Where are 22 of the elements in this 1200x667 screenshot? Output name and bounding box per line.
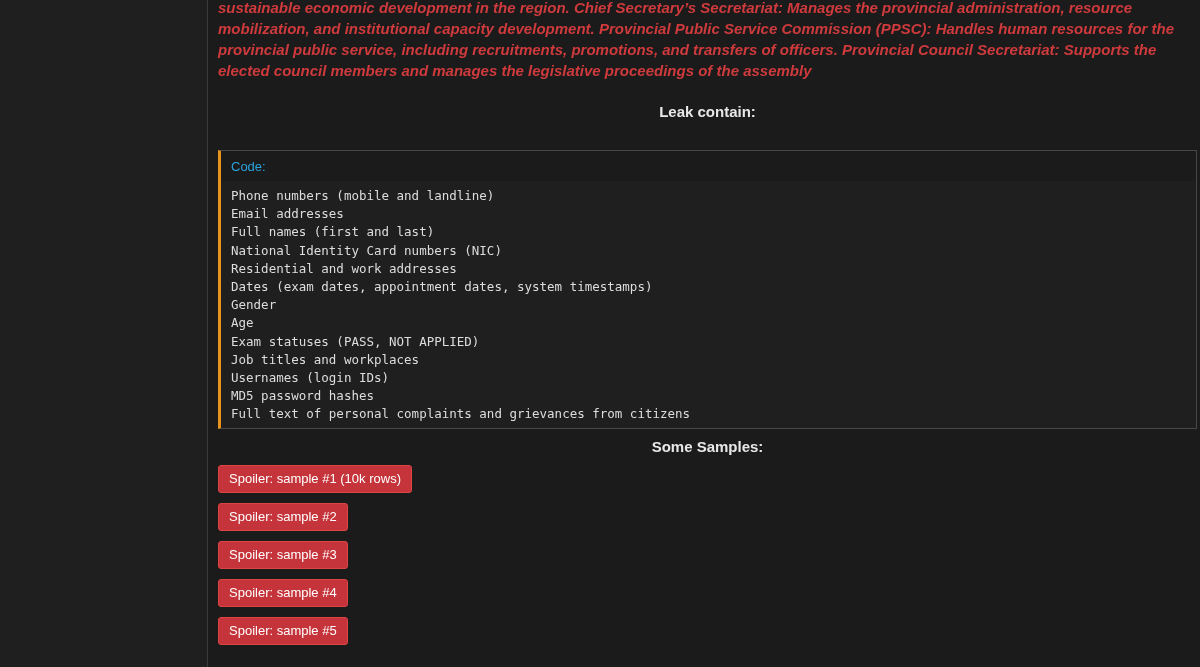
code-line: Full text of personal complaints and grievances from citizens: [231, 405, 692, 424]
spoiler-button[interactable]: Spoiler: sample #5: [218, 616, 348, 645]
code-line: Full names (first and last): [231, 223, 436, 242]
code-line: Gender: [231, 296, 278, 315]
code-line: Usernames (login IDs): [231, 369, 391, 388]
code-line: Exam statuses (PASS, NOT APPLIED): [231, 332, 481, 351]
code-line: MD5 password hashes: [231, 387, 375, 406]
spoiler-button[interactable]: Spoiler: sample #1 (10k rows): [218, 464, 412, 493]
section-heading: Some Samples:: [650, 437, 765, 455]
code-line: Age: [231, 314, 255, 333]
code-line: Residential and work addresses: [231, 259, 458, 278]
spoiler-button[interactable]: Spoiler: sample #4: [218, 578, 348, 607]
code-line: Dates (exam dates, appointment dates, system timestamps): [231, 278, 654, 296]
code-line: Job titles and workplaces: [231, 350, 421, 369]
code-line: National Identity Card numbers (NIC): [231, 241, 503, 260]
spoiler-button[interactable]: Spoiler: sample #2: [218, 502, 348, 531]
description-paragraph: sustainable economic development in the region. Chief Secretary’s Secretariat: Manages the provincial administration, resource mobilization, and institutional capacity development. Provincial Public Service Commission (PPSC): Handles human resources for the provincial public service, including recruitments, promotions, and transfers of officers. Provincial Council Secretariat: Supports the elected council members and manages the legislative proceedings of the assembly: [218, 0, 1176, 81]
code-line: Email addresses: [231, 205, 345, 224]
code-line: Phone numbers (mobile and landline): [231, 187, 496, 205]
code-label: Code:: [231, 159, 266, 174]
spoiler-button[interactable]: Spoiler: sample #3: [218, 540, 348, 569]
section-heading: Leak contain:: [658, 103, 757, 120]
